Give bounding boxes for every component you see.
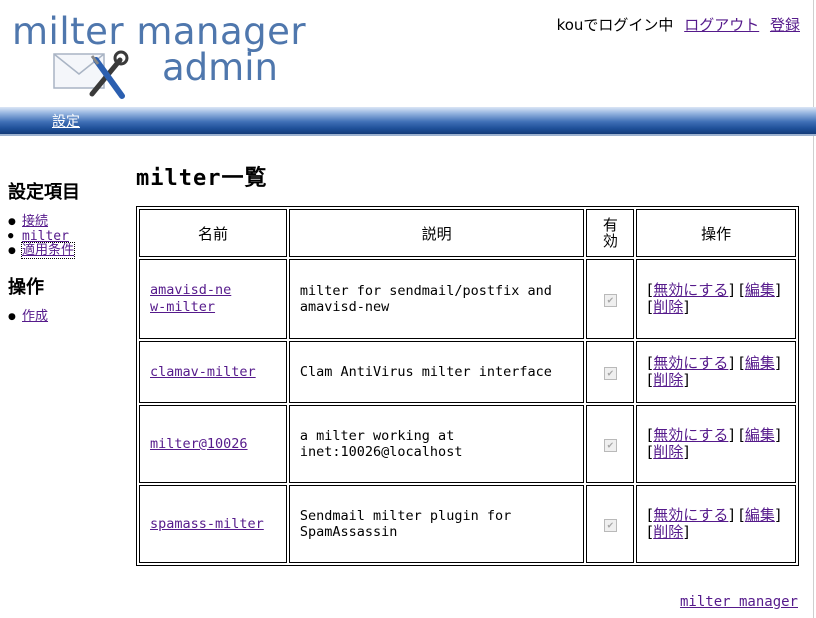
actions-cell: [無効にする] [編集] [削除]: [636, 259, 796, 339]
nav-bar: 設定: [0, 107, 816, 136]
sidebar-item-create: 作成: [8, 309, 118, 325]
table-header-row: 名前 説明 有効 操作: [139, 209, 796, 257]
edit-link[interactable]: 編集: [745, 426, 775, 444]
enabled-cell: ✔: [586, 259, 635, 339]
enabled-checkbox[interactable]: ✔: [603, 519, 617, 532]
enabled-checkbox[interactable]: ✔: [603, 367, 617, 380]
logo-subtitle: admin: [162, 46, 278, 89]
actions-cell: [無効にする] [編集] [削除]: [636, 341, 796, 403]
sidebar-item-milter: milter: [8, 230, 118, 243]
table-row: amavisd-new-milter milter for sendmail/p…: [139, 259, 796, 339]
create-link[interactable]: 作成: [22, 309, 48, 324]
actions-cell: [無効にする] [編集] [削除]: [636, 405, 796, 483]
enabled-header-text: 有効: [602, 216, 618, 250]
milter-name-link[interactable]: milter@10026: [150, 436, 248, 452]
delete-link[interactable]: 削除: [653, 523, 683, 541]
description-cell: a milter working at inet:10026@localhost: [288, 405, 585, 483]
enabled-cell: ✔: [586, 485, 635, 563]
table-row: spamass-milter Sendmail milter plugin fo…: [139, 485, 796, 563]
description-cell: Clam AntiVirus milter interface: [288, 341, 585, 403]
sidebar-heading: 設定項目: [8, 182, 80, 203]
conditions-link[interactable]: 適用条件: [20, 242, 76, 259]
milter-name-link[interactable]: clamav-milter: [150, 364, 256, 380]
description-cell: milter for sendmail/postfix and amavisd-…: [288, 259, 585, 339]
milter-name-link[interactable]: amavisd-new-milter: [150, 282, 236, 316]
milter-link[interactable]: milter: [22, 229, 69, 244]
edit-link[interactable]: 編集: [745, 506, 775, 524]
delete-link[interactable]: 削除: [653, 298, 683, 316]
register-link[interactable]: 登録: [770, 16, 800, 34]
enabled-checkbox[interactable]: ✔: [603, 294, 617, 307]
page-title: milter一覧: [136, 166, 268, 191]
delete-link[interactable]: 削除: [653, 371, 683, 389]
connection-link[interactable]: 接続: [22, 214, 48, 229]
edit-link[interactable]: 編集: [745, 354, 775, 372]
login-status: kouでログイン中: [556, 16, 674, 34]
sidebar-item-conditions: 適用条件: [8, 242, 118, 259]
sidebar: 設定項目 接続 milter 適用条件 操作 作成: [8, 178, 118, 325]
name-cell: spamass-milter: [139, 485, 287, 563]
table-row: clamav-milter Clam AntiVirus milter inte…: [139, 341, 796, 403]
sidebar-ops-heading: 操作: [8, 277, 44, 298]
edit-link[interactable]: 編集: [745, 281, 775, 299]
disable-link[interactable]: 無効にする: [653, 426, 728, 444]
app-logo: milter manager admin: [12, 12, 306, 99]
milter-name-link[interactable]: spamass-milter: [150, 516, 264, 532]
logout-link[interactable]: ログアウト: [684, 16, 759, 34]
sidebar-list: 接続 milter 適用条件: [8, 214, 118, 259]
column-header-enabled: 有効: [586, 209, 635, 257]
actions-cell: [無効にする] [編集] [削除]: [636, 485, 796, 563]
name-cell: amavisd-new-milter: [139, 259, 287, 339]
disable-link[interactable]: 無効にする: [653, 281, 728, 299]
nav-settings-link[interactable]: 設定: [52, 111, 80, 131]
disable-link[interactable]: 無効にする: [653, 354, 728, 372]
description-cell: Sendmail milter plugin for SpamAssassin: [288, 485, 585, 563]
sidebar-item-connection: 接続: [8, 214, 118, 230]
table-row: milter@10026 a milter working at inet:10…: [139, 405, 796, 483]
right-border: [813, 0, 814, 618]
enabled-cell: ✔: [586, 405, 635, 483]
disable-link[interactable]: 無効にする: [653, 506, 728, 524]
name-cell: clamav-milter: [139, 341, 287, 403]
sidebar-ops-list: 作成: [8, 309, 118, 325]
user-bar: kouでログイン中 ログアウト 登録: [557, 14, 800, 35]
name-cell: milter@10026: [139, 405, 287, 483]
column-header-name: 名前: [139, 209, 287, 257]
milter-table: 名前 説明 有効 操作 amavisd-new-milter milter fo…: [136, 206, 799, 566]
enabled-cell: ✔: [586, 341, 635, 403]
footer-link[interactable]: milter manager: [680, 594, 798, 610]
delete-link[interactable]: 削除: [653, 443, 683, 461]
envelope-tools-icon: [53, 50, 129, 99]
column-header-actions: 操作: [636, 209, 796, 257]
column-header-description: 説明: [288, 209, 585, 257]
enabled-checkbox[interactable]: ✔: [603, 439, 617, 452]
